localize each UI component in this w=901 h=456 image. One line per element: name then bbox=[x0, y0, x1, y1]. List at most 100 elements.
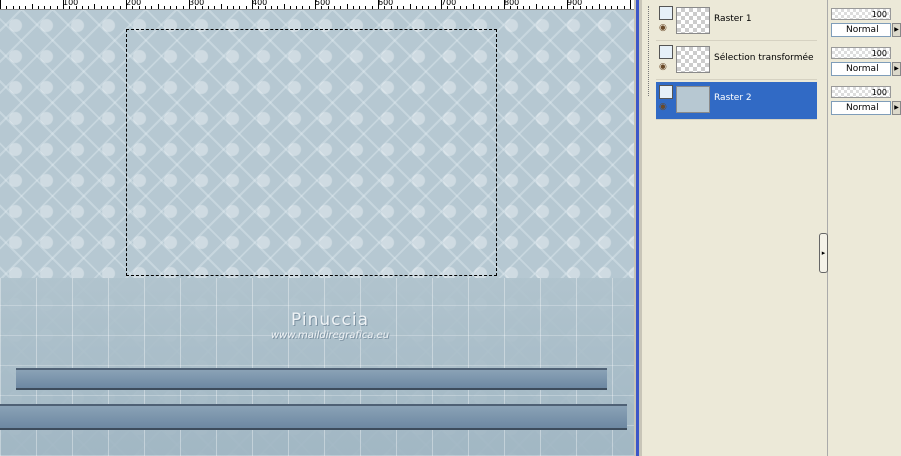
ruler-label: 500 bbox=[315, 0, 331, 7]
layer-props-selection: 100 Normal ▶ bbox=[831, 45, 901, 82]
ruler-tick bbox=[38, 6, 39, 9]
ruler-tick bbox=[158, 4, 159, 9]
ruler-tick bbox=[372, 6, 373, 9]
ruler-tick bbox=[50, 6, 51, 9]
layer-name: Raster 2 bbox=[714, 93, 752, 103]
ruler-tick bbox=[151, 6, 152, 9]
ruler-tick bbox=[586, 6, 587, 9]
blend-mode-select[interactable]: Normal bbox=[831, 62, 891, 76]
blend-mode-select[interactable]: Normal bbox=[831, 101, 891, 115]
ruler-tick bbox=[239, 6, 240, 9]
dropdown-arrow-icon[interactable]: ▶ bbox=[892, 62, 901, 76]
eye-icon[interactable]: ◉ bbox=[659, 63, 673, 72]
ruler-tick bbox=[120, 6, 121, 9]
selection-marquee[interactable] bbox=[126, 29, 497, 276]
front-step-upper bbox=[16, 368, 607, 390]
eye-icon[interactable]: ◉ bbox=[659, 24, 673, 33]
ruler-tick bbox=[397, 6, 398, 9]
ruler-tick bbox=[6, 6, 7, 9]
ruler-label: 200 bbox=[126, 0, 142, 7]
ruler-label: 400 bbox=[252, 0, 268, 7]
dropdown-arrow-icon[interactable]: ▶ bbox=[892, 101, 901, 115]
layer-props-raster-1: 100 Normal ▶ bbox=[831, 6, 901, 43]
ruler-tick bbox=[599, 4, 600, 9]
eye-icon[interactable]: ◉ bbox=[659, 103, 673, 112]
ruler-tick bbox=[548, 6, 549, 9]
ruler-label: 100 bbox=[63, 0, 79, 7]
ruler-tick bbox=[32, 4, 33, 9]
ruler-tick bbox=[19, 6, 20, 9]
ruler-tick bbox=[246, 6, 247, 9]
opacity-slider[interactable]: 100 bbox=[831, 8, 891, 20]
ruler-tick bbox=[630, 0, 631, 9]
ruler-tick bbox=[611, 6, 612, 9]
ruler-tick bbox=[227, 6, 228, 9]
ruler-tick bbox=[529, 6, 530, 9]
watermark-url: www.maildiregrafica.eu bbox=[270, 330, 390, 341]
layer-name: Raster 1 bbox=[714, 14, 752, 24]
ruler-tick bbox=[592, 6, 593, 9]
ruler-tick bbox=[365, 6, 366, 9]
ruler-tick bbox=[485, 6, 486, 9]
panel-divider[interactable] bbox=[634, 0, 642, 456]
horizontal-ruler: 100 200 300 400 500 600 700 800 900 bbox=[0, 0, 634, 10]
ruler-tick bbox=[57, 6, 58, 9]
ruler-tick bbox=[422, 6, 423, 9]
blend-mode-select[interactable]: Normal bbox=[831, 23, 891, 37]
ruler-tick bbox=[25, 6, 26, 9]
ruler-tick bbox=[170, 6, 171, 9]
ruler-tick bbox=[208, 6, 209, 9]
ruler-tick bbox=[479, 6, 480, 9]
ruler-tick bbox=[88, 6, 89, 9]
ruler-tick bbox=[460, 6, 461, 9]
ruler-tick bbox=[13, 6, 14, 9]
ruler-tick bbox=[498, 6, 499, 9]
layer-thumbnail bbox=[676, 86, 710, 113]
layer-row-raster-2[interactable]: ◉ Raster 2 bbox=[656, 82, 817, 120]
layer-properties-column: 100 Normal ▶ 100 Normal ▶ 100 Normal ▶ bbox=[828, 0, 901, 456]
layer-row-selection-transformee[interactable]: ◉ Sélection transformée bbox=[656, 42, 817, 80]
ruler-tick bbox=[403, 6, 404, 9]
ruler-tick bbox=[359, 6, 360, 9]
ruler-tick bbox=[491, 6, 492, 9]
dropdown-arrow-icon[interactable]: ▶ bbox=[892, 23, 901, 37]
layer-group-line bbox=[648, 6, 655, 96]
ruler-tick bbox=[290, 6, 291, 9]
ruler-tick bbox=[561, 6, 562, 9]
ruler-tick bbox=[101, 6, 102, 9]
ruler-tick bbox=[605, 6, 606, 9]
ruler-tick bbox=[554, 6, 555, 9]
collapse-panel-button[interactable]: ▸ bbox=[819, 233, 828, 273]
ruler-tick bbox=[428, 6, 429, 9]
ruler-label: 900 bbox=[567, 0, 583, 7]
ruler-tick bbox=[542, 6, 543, 9]
layers-palette: ◉ Raster 1 ◉ Sélection transformée ◉ Ras… bbox=[642, 0, 818, 456]
ruler-label: 600 bbox=[378, 0, 394, 7]
ruler-tick bbox=[536, 4, 537, 9]
front-step-lower bbox=[0, 404, 627, 430]
ruler-tick bbox=[466, 6, 467, 9]
image-canvas[interactable]: Pinuccia www.maildiregrafica.eu 100 200 … bbox=[0, 0, 634, 456]
raster-layer-icon bbox=[659, 85, 673, 99]
opacity-slider[interactable]: 100 bbox=[831, 47, 891, 59]
ruler-tick bbox=[277, 6, 278, 9]
ruler-tick bbox=[233, 6, 234, 9]
ruler-tick bbox=[107, 6, 108, 9]
layer-props-raster-2: 100 Normal ▶ bbox=[831, 84, 901, 121]
ruler-tick bbox=[145, 6, 146, 9]
ruler-tick bbox=[44, 6, 45, 9]
ruler-tick bbox=[0, 0, 1, 9]
ruler-tick bbox=[473, 4, 474, 9]
ruler-tick bbox=[302, 6, 303, 9]
ruler-tick bbox=[94, 4, 95, 9]
ruler-tick bbox=[82, 6, 83, 9]
layer-row-raster-1[interactable]: ◉ Raster 1 bbox=[656, 3, 817, 41]
ruler-tick bbox=[435, 6, 436, 9]
opacity-slider[interactable]: 100 bbox=[831, 86, 891, 98]
raster-layer-icon bbox=[659, 45, 673, 59]
ruler-tick bbox=[214, 6, 215, 9]
ruler-label: 700 bbox=[441, 0, 457, 7]
ruler-tick bbox=[309, 6, 310, 9]
ruler-tick bbox=[334, 6, 335, 9]
layer-thumbnail bbox=[676, 46, 710, 73]
